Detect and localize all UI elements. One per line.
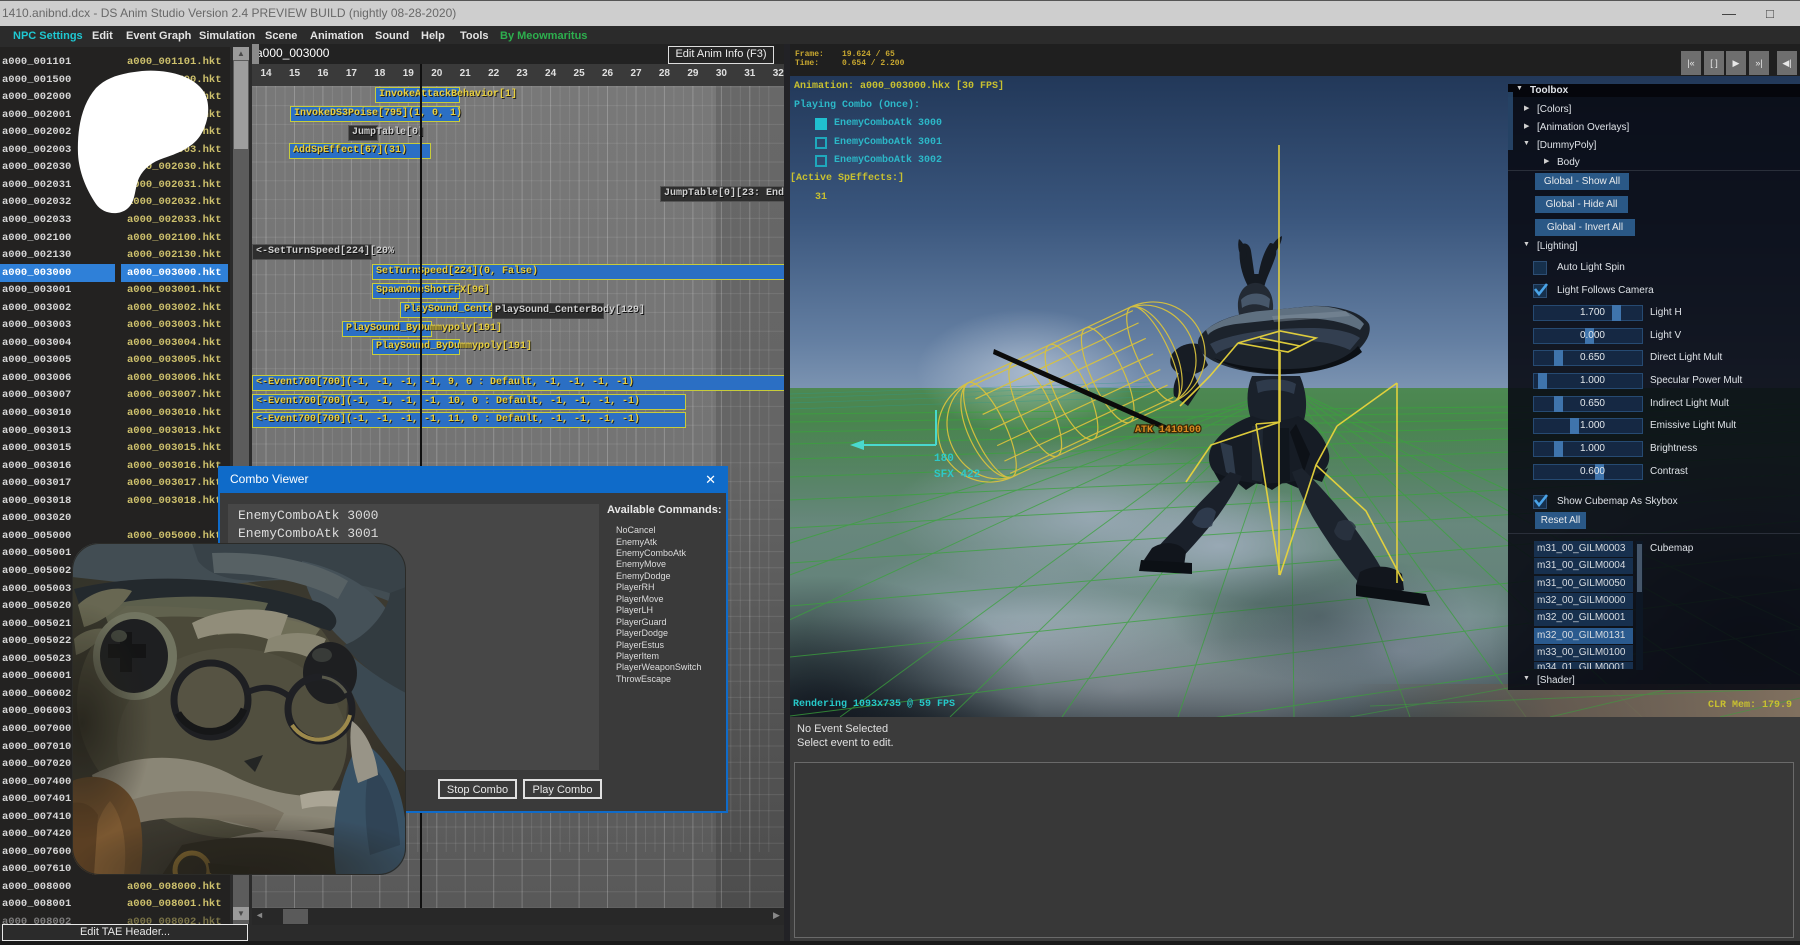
svg-text:SFX 422: SFX 422 (934, 469, 980, 481)
svg-text:ATK 1410100: ATK 1410100 (1135, 425, 1201, 436)
svg-text:180: 180 (934, 453, 954, 465)
